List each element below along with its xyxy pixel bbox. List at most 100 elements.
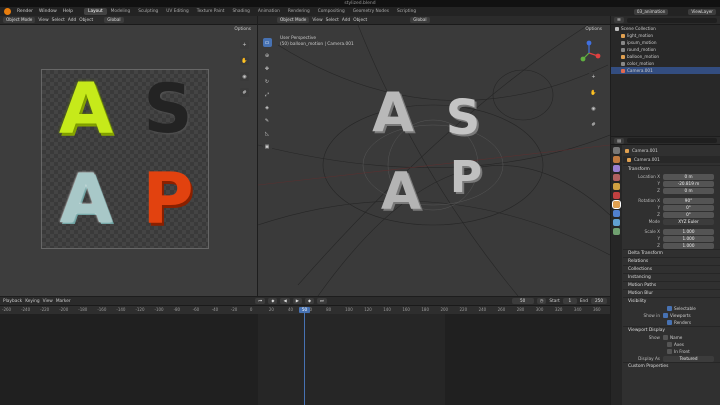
outliner-search-input[interactable] <box>626 17 717 23</box>
workspace-tab-uv-editing[interactable]: UV Editing <box>162 8 192 15</box>
visibility-panel[interactable]: Visibility <box>623 297 720 305</box>
viewport-display-panel[interactable]: Viewport Display <box>623 326 720 334</box>
main-zoom-icon[interactable]: + <box>589 72 598 81</box>
scale-z-field[interactable]: 1.000 <box>663 242 714 249</box>
properties-editor[interactable]: ▤ Camera.001 Camera.001 Transform Locati… <box>611 137 720 405</box>
outliner-item[interactable]: Camera.001 <box>611 67 720 74</box>
next-keyframe-button[interactable]: ◆ <box>304 298 315 304</box>
viewports-checkbox[interactable] <box>663 313 668 318</box>
collections-panel[interactable]: Collections <box>623 265 720 273</box>
selectable-checkbox[interactable] <box>667 306 672 311</box>
name-checkbox[interactable] <box>663 335 668 340</box>
rotation-y-field[interactable]: 0° <box>663 204 714 211</box>
instancing-panel[interactable]: Instancing <box>623 273 720 281</box>
blender-logo-icon[interactable] <box>4 8 11 15</box>
outliner-item[interactable]: round_motion <box>611 46 720 53</box>
menu-window[interactable]: Window <box>36 9 60 14</box>
outliner-item[interactable]: balloon_motion <box>611 53 720 60</box>
transform-icon[interactable]: ◈ <box>262 103 272 112</box>
world-tab-icon[interactable] <box>613 192 620 199</box>
custom-properties-panel[interactable]: Custom Properties <box>623 362 720 370</box>
measure-icon[interactable]: ◺ <box>262 129 272 138</box>
properties-search-input[interactable] <box>626 138 717 143</box>
jump-end-button[interactable]: ⏭ <box>317 298 327 304</box>
outliner-item[interactable]: ipsum_motion <box>611 39 720 46</box>
left-menu-add[interactable]: Add <box>68 18 76 23</box>
location-y-field[interactable]: -20.819 m <box>663 180 714 187</box>
workspace-tab-scripting[interactable]: Scripting <box>393 8 420 15</box>
main-grid-icon[interactable]: # <box>589 120 598 129</box>
view-layer-tab-icon[interactable] <box>613 174 620 181</box>
rotation-mode-select[interactable]: XYZ Euler <box>663 218 714 225</box>
properties-editor-type[interactable]: ▤ <box>614 137 624 144</box>
outliner-item[interactable]: Scene Collection <box>611 25 720 32</box>
object-name-field[interactable]: Camera.001 <box>623 156 720 163</box>
relations-panel[interactable]: Relations <box>623 257 720 265</box>
main-menu-object[interactable]: Object <box>353 18 367 23</box>
left-orientation-selector[interactable]: Global <box>104 17 124 23</box>
annotate-icon[interactable]: ✎ <box>262 116 272 125</box>
workspace-tab-sculpting[interactable]: Sculpting <box>134 8 162 15</box>
main-hand-pan-icon[interactable]: ✋ <box>589 88 598 97</box>
render-tab-icon[interactable] <box>613 156 620 163</box>
select-box-icon[interactable]: ▭ <box>262 38 272 47</box>
timeline-track-area[interactable] <box>0 314 610 405</box>
in-front-checkbox[interactable] <box>667 349 672 354</box>
renders-checkbox[interactable] <box>667 320 672 325</box>
rotation-z-field[interactable]: 0° <box>663 211 714 218</box>
jump-start-button[interactable]: ⏮ <box>255 298 266 304</box>
main-camera-view-icon[interactable]: ◉ <box>589 104 598 113</box>
scene-selector[interactable]: 03_animation <box>633 8 669 15</box>
workspace-tab-compositing[interactable]: Compositing <box>314 8 349 15</box>
view-layer-selector[interactable]: ViewLayer <box>688 8 716 15</box>
outliner-item[interactable]: color_motion <box>611 60 720 67</box>
scale-y-field[interactable]: 1.000 <box>663 235 714 242</box>
main-menu-add[interactable]: Add <box>342 18 350 23</box>
location-z-field[interactable]: 0 m <box>663 187 714 194</box>
rotation-x-field[interactable]: 90° <box>663 197 714 204</box>
cursor-icon[interactable]: ⊕ <box>262 51 272 60</box>
timeline[interactable]: Playback Keying View Marker ⏮ ◆ ◀ ▶ ◆ ⏭ … <box>0 297 610 405</box>
play-reverse-button[interactable]: ◀ <box>280 298 290 304</box>
menu-help[interactable]: Help <box>60 9 76 14</box>
output-tab-icon[interactable] <box>613 165 620 172</box>
viewport-letter-a-bottom[interactable]: A <box>376 166 426 218</box>
viewport-letter-s[interactable]: S <box>438 94 488 142</box>
left-menu-object[interactable]: Object <box>79 18 93 23</box>
left-mode-selector[interactable]: Object Mode <box>3 17 36 23</box>
menu-render[interactable]: Render <box>14 9 36 14</box>
scene-tab-icon[interactable] <box>613 183 620 190</box>
current-frame-field[interactable]: 50 <box>511 298 534 304</box>
workspace-tab-geometry-nodes[interactable]: Geometry Nodes <box>349 8 393 15</box>
timeline-menu-keying[interactable]: Keying <box>25 299 39 304</box>
physics-tab-icon[interactable] <box>613 219 620 226</box>
main-orientation-selector[interactable]: Global <box>410 17 430 23</box>
workspace-tab-animation[interactable]: Animation <box>254 8 284 15</box>
axes-checkbox[interactable] <box>667 342 672 347</box>
transform-panel-header[interactable]: Transform <box>623 165 720 173</box>
main-viewport[interactable]: Object Mode View Select Add Object Globa… <box>258 16 610 296</box>
play-button[interactable]: ▶ <box>292 298 302 304</box>
display-as-select[interactable]: Textured <box>663 355 714 362</box>
main-mode-selector[interactable]: Object Mode <box>277 17 310 23</box>
prev-keyframe-button[interactable]: ◆ <box>268 298 278 304</box>
playhead-line[interactable] <box>304 310 305 405</box>
timeline-menu-playback[interactable]: Playback <box>3 299 22 304</box>
timeline-menu-marker[interactable]: Marker <box>56 299 71 304</box>
stopwatch-icon[interactable]: ◷ <box>536 298 547 304</box>
motion-paths-panel[interactable]: Motion Paths <box>623 281 720 289</box>
workspace-tab-rendering[interactable]: Rendering <box>284 8 314 15</box>
main-menu-select[interactable]: Select <box>326 18 339 23</box>
delta-transform-panel[interactable]: Delta Transform <box>623 249 720 257</box>
main-menu-view[interactable]: View <box>312 18 322 23</box>
workspace-tab-shading[interactable]: Shading <box>228 8 253 15</box>
add-cube-icon[interactable]: ▣ <box>262 142 272 151</box>
scale-x-field[interactable]: 1.000 <box>663 228 714 235</box>
start-frame-field[interactable]: 1 <box>562 298 577 304</box>
location-x-field[interactable]: 0 m <box>663 173 714 180</box>
timeline-menu-view[interactable]: View <box>43 299 53 304</box>
move-icon[interactable]: ✥ <box>262 64 272 73</box>
zoom-icon[interactable]: + <box>240 40 249 49</box>
workspace-tab-modeling[interactable]: Modeling <box>107 8 135 15</box>
object-tab-icon[interactable] <box>612 200 621 209</box>
